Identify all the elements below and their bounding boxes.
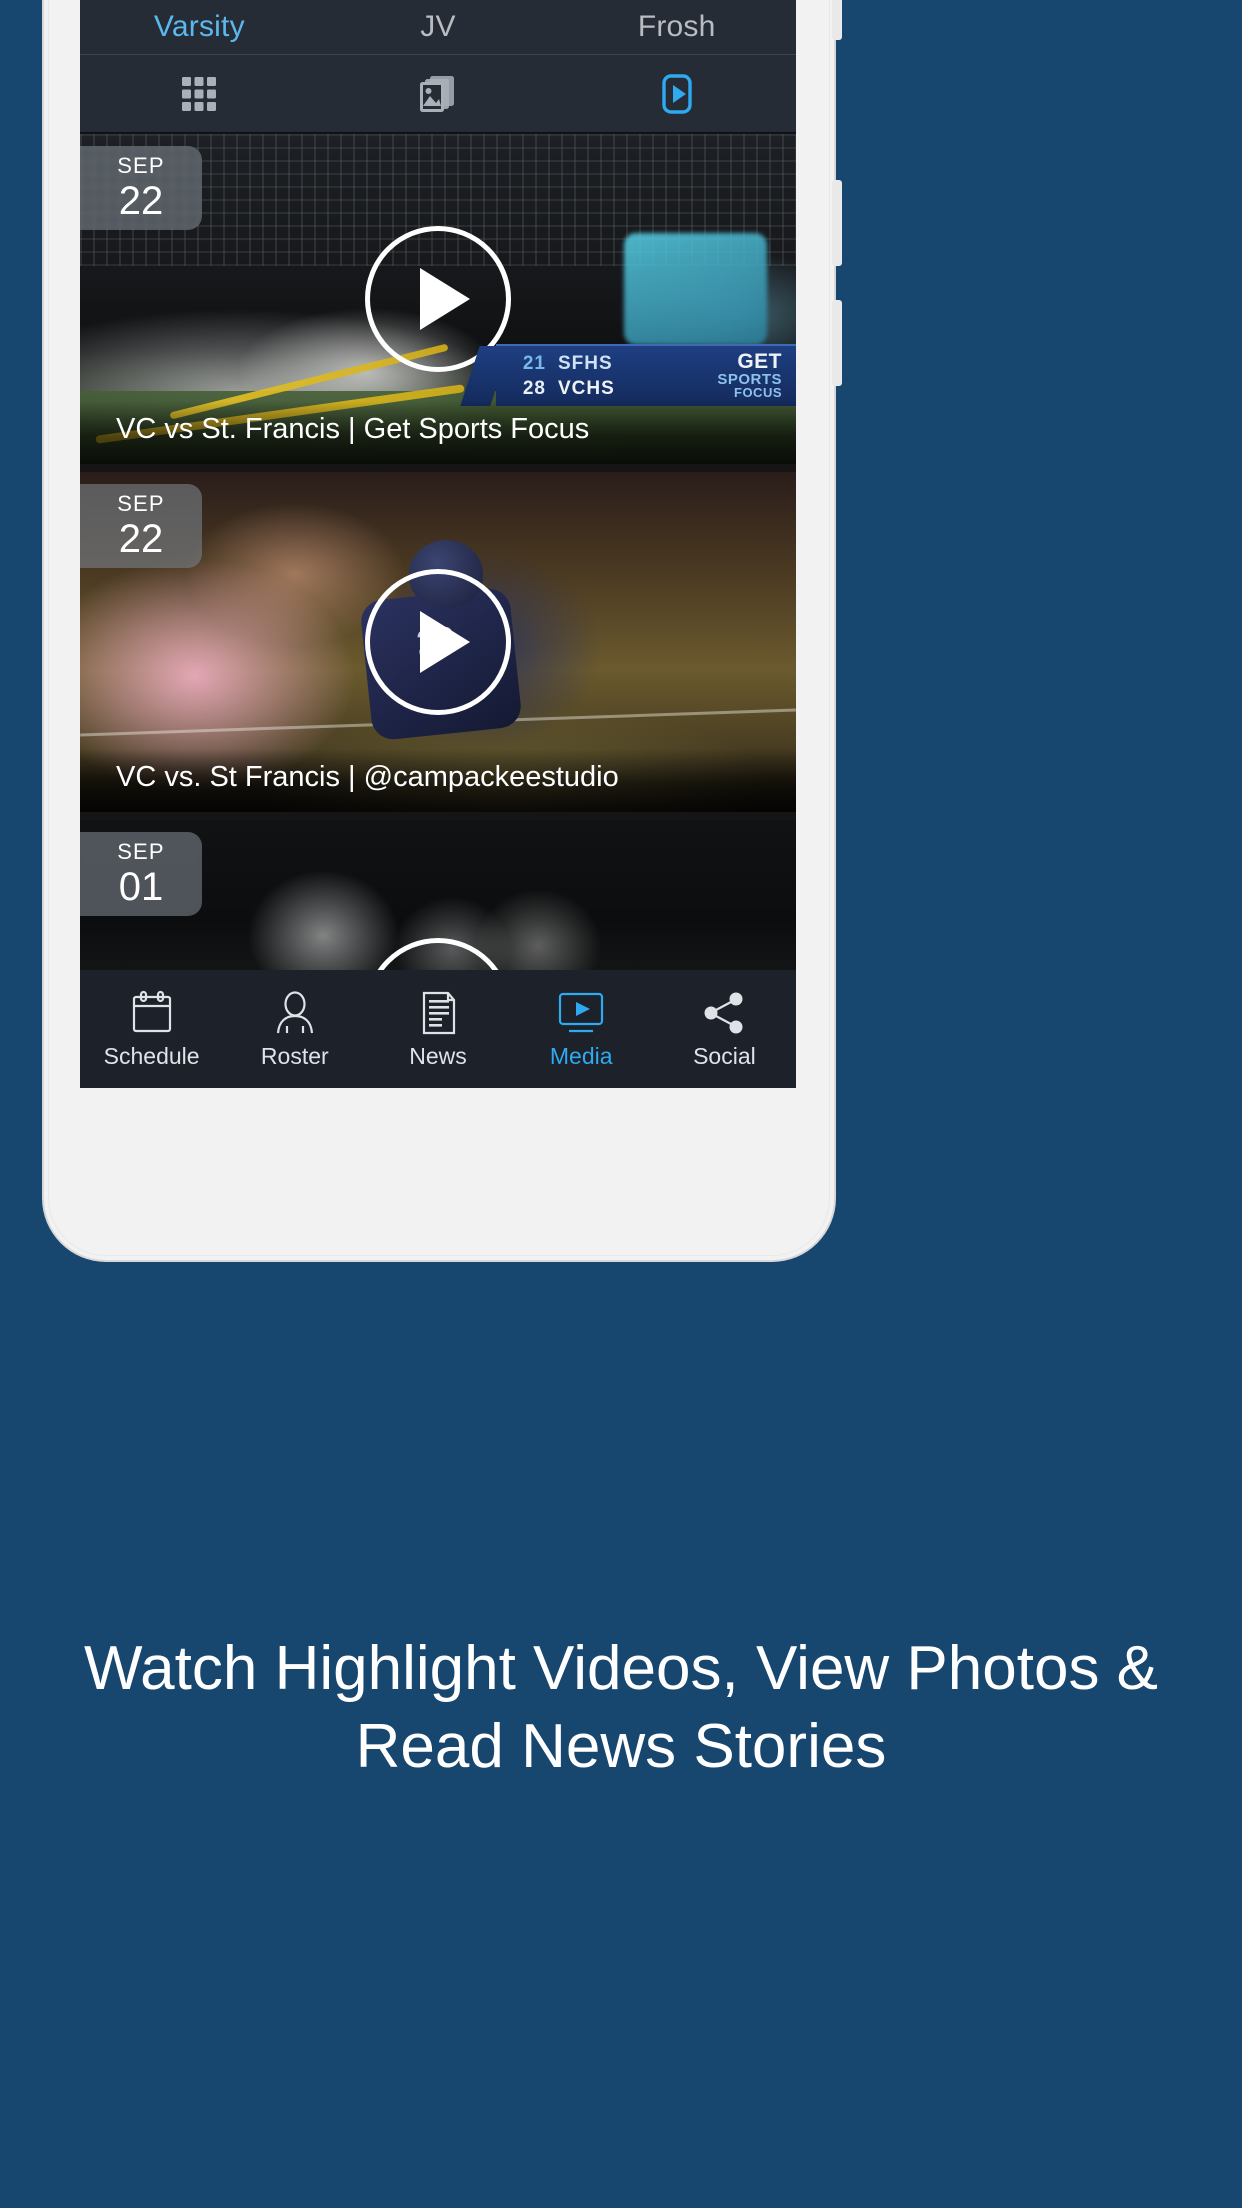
nav-label-roster: Roster — [260, 1042, 329, 1069]
nav-label-news: News — [409, 1042, 467, 1069]
play-button[interactable] — [365, 569, 511, 715]
tab-jv[interactable]: JV — [319, 0, 558, 54]
video-play-icon — [661, 73, 692, 114]
media-tab-videos[interactable] — [557, 55, 796, 132]
media-tab-grid[interactable] — [80, 55, 319, 132]
nav-item-schedule[interactable]: Schedule — [80, 989, 223, 1070]
monitor-play-icon — [559, 992, 604, 1032]
video-title: VC vs St. Francis | Get Sports Focus — [80, 401, 796, 464]
video-card[interactable]: SEP 01 — [80, 820, 796, 970]
away-team: SFHS — [558, 352, 613, 374]
photo-icon — [420, 75, 454, 112]
media-type-tabs — [80, 55, 796, 133]
video-card[interactable]: SEP 22 21 SFHS 28 VCHS GET SPORTS FOCUS … — [80, 134, 796, 464]
tab-varsity-label: Varsity — [153, 10, 245, 43]
nav-label-social: Social — [693, 1042, 756, 1069]
date-day: 22 — [118, 179, 164, 223]
list-divider — [80, 812, 796, 820]
nav-item-news[interactable]: News — [366, 989, 509, 1070]
tab-jv-label: JV — [420, 10, 456, 43]
tab-varsity[interactable]: Varsity — [80, 0, 319, 54]
scoreboard-row-away: 21 SFHS — [512, 353, 615, 375]
logo-line-1: GET — [737, 350, 782, 373]
nav-label-schedule: Schedule — [103, 1042, 200, 1069]
home-score: 28 — [522, 377, 546, 399]
app-screen: Varsity JV Frosh SEP 22 21 SFHS 28 VCHS … — [80, 0, 796, 1088]
play-triangle-icon — [420, 268, 470, 330]
nav-item-media[interactable]: Media — [510, 989, 653, 1070]
date-month: SEP — [117, 153, 165, 178]
scoreboard-row-home: 28 VCHS — [512, 378, 615, 400]
date-day: 22 — [118, 517, 164, 561]
media-tab-photos[interactable] — [319, 55, 558, 132]
away-score: 21 — [522, 352, 546, 374]
play-triangle-icon — [420, 611, 470, 673]
date-day: 01 — [118, 865, 164, 909]
bottom-navigation-bar: Schedule Roster News Media Social — [80, 970, 796, 1088]
device-button-mute — [832, 0, 842, 40]
home-team: VCHS — [558, 377, 615, 399]
scoreboard-rows: 21 SFHS 28 VCHS — [512, 353, 615, 400]
team-level-tabs: Varsity JV Frosh — [80, 0, 796, 55]
video-card[interactable]: 22 SEP 22 VC vs. St Francis | @campackee… — [80, 472, 796, 812]
tab-frosh-label: Frosh — [637, 10, 716, 43]
broadcaster-logo: GET SPORTS FOCUS — [717, 350, 782, 401]
video-date-badge: SEP 22 — [80, 146, 202, 230]
video-title: VC vs. St Francis | @campackeestudio — [80, 749, 796, 812]
logo-line-3: FOCUS — [734, 385, 782, 401]
document-icon — [422, 991, 456, 1034]
grid-icon — [182, 76, 217, 111]
device-button-volume-up — [832, 180, 842, 266]
nav-item-social[interactable]: Social — [653, 989, 796, 1070]
calendar-icon — [132, 990, 171, 1032]
thumb-detail-player — [624, 233, 768, 346]
nav-item-roster[interactable]: Roster — [223, 989, 366, 1070]
marketing-tagline: Watch Highlight Videos, View Photos & Re… — [83, 1634, 1159, 1781]
scoreboard-overlay: 21 SFHS 28 VCHS GET SPORTS FOCUS — [496, 344, 796, 406]
nav-label-media: Media — [549, 1042, 613, 1069]
tab-frosh[interactable]: Frosh — [557, 0, 796, 54]
list-divider — [80, 464, 796, 472]
share-icon — [704, 992, 743, 1033]
device-button-volume-down — [832, 300, 842, 386]
screenshot-root: Varsity JV Frosh SEP 22 21 SFHS 28 VCHS … — [0, 0, 1242, 2208]
date-month: SEP — [117, 839, 165, 864]
person-icon — [276, 990, 313, 1033]
date-month: SEP — [117, 491, 165, 516]
video-date-badge: SEP 22 — [80, 484, 202, 568]
video-list[interactable]: SEP 22 21 SFHS 28 VCHS GET SPORTS FOCUS … — [80, 134, 796, 970]
video-date-badge: SEP 01 — [80, 832, 202, 916]
